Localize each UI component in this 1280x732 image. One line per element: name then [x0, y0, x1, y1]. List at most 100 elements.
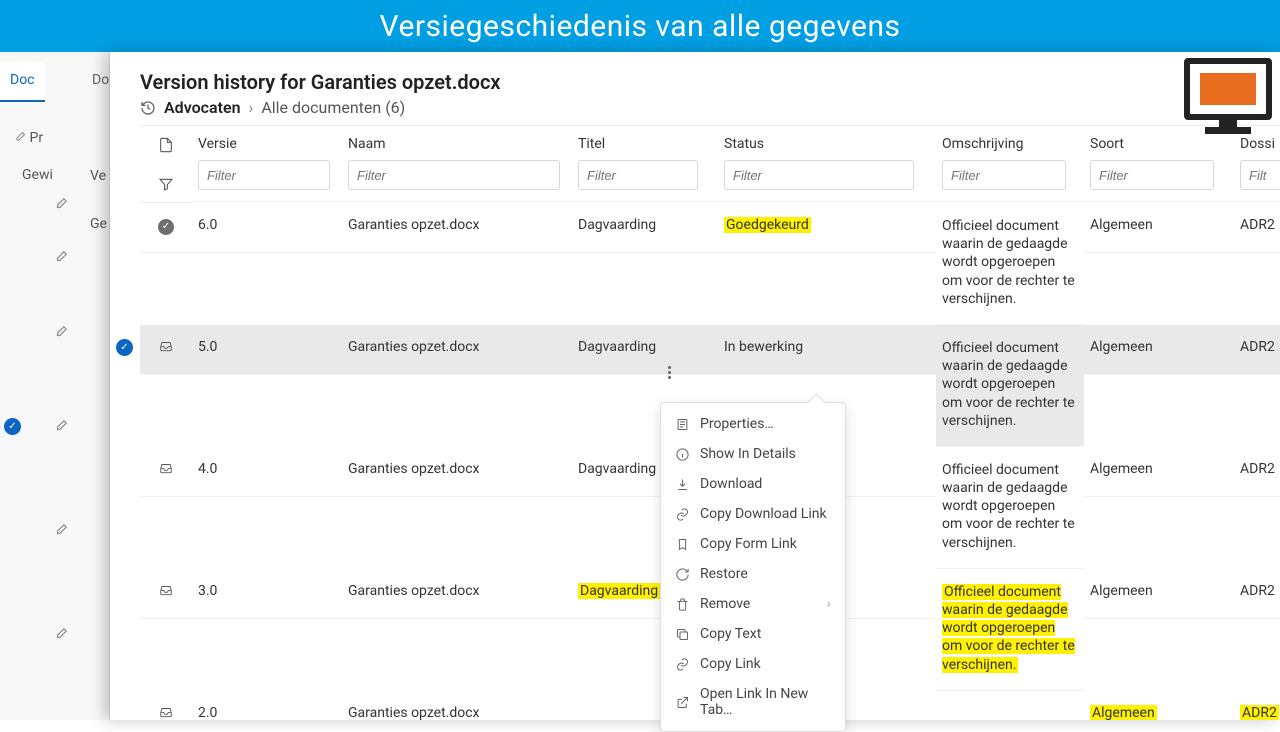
cell-omschrijving	[936, 691, 1084, 720]
chevron-right-icon: ›	[827, 596, 831, 612]
inbox-icon	[158, 463, 174, 479]
cell-dossier: ADR2	[1234, 569, 1280, 619]
inbox-icon	[158, 707, 174, 720]
col-omschrijving: Omschrijving	[936, 126, 1084, 202]
menu-show-details[interactable]: Show In Details	[661, 439, 845, 469]
status-badge: Goedgekeurd	[724, 217, 811, 233]
breadcrumb-current: Alle documenten (6)	[261, 98, 405, 117]
cell-versie: 5.0	[192, 325, 342, 375]
pencil-icon	[54, 324, 68, 343]
bg-tab-doc[interactable]: Doc	[0, 62, 45, 102]
copy-link-icon	[675, 507, 690, 522]
cell-omschrijving: Officieel document waarin de gedaagde wo…	[936, 203, 1084, 325]
properties-icon	[675, 417, 690, 432]
menu-download[interactable]: Download	[661, 469, 845, 499]
cell-soort: Algemeen	[1084, 447, 1234, 497]
menu-properties[interactable]: Properties…	[661, 409, 845, 439]
row-status-icon	[140, 325, 192, 375]
cell-status: Goedgekeurd	[718, 203, 936, 253]
cell-naam[interactable]: Garanties opzet.docx	[342, 447, 572, 497]
banner-title: Versiegeschiedenis van alle gegevens	[379, 9, 900, 44]
cell-versie: 6.0	[192, 203, 342, 253]
inbox-icon	[158, 585, 174, 601]
row-selected-icon[interactable]	[116, 339, 133, 356]
row-actions-button[interactable]	[659, 362, 679, 382]
menu-copy-link[interactable]: Copy Link	[661, 649, 845, 679]
menu-open-new-tab[interactable]: Open Link In New Tab…	[661, 679, 845, 725]
cell-dossier: ADR2	[1234, 203, 1280, 253]
cell-status: In bewerking	[718, 325, 936, 375]
filter-dossier[interactable]	[1240, 160, 1280, 190]
cell-versie: 2.0	[192, 691, 342, 720]
filter-omschrijving[interactable]	[942, 160, 1066, 190]
restore-icon	[675, 567, 690, 582]
pencil-icon	[54, 418, 68, 437]
pencil-icon	[54, 626, 68, 645]
menu-remove[interactable]: Remove ›	[661, 589, 845, 619]
cell-omschrijving: Officieel document waarin de gedaagde wo…	[936, 325, 1084, 447]
breadcrumb-separator: ›	[249, 98, 254, 117]
menu-copy-form-link[interactable]: Copy Form Link	[661, 529, 845, 559]
row-status-icon	[140, 569, 192, 619]
cell-naam[interactable]: Garanties opzet.docx	[342, 203, 572, 253]
breadcrumb-link-advocaten[interactable]: Advocaten	[164, 98, 241, 117]
inbox-icon	[158, 341, 174, 357]
cell-titel: Dagvaarding	[572, 203, 718, 253]
monitor-logo	[1180, 58, 1276, 144]
cell-omschrijving: Officieel document waarin de gedaagde wo…	[936, 447, 1084, 569]
col-titel: Titel	[572, 126, 718, 202]
filter-status[interactable]	[724, 160, 914, 190]
bg-left-pr: Pr	[14, 130, 43, 146]
row-status-icon	[140, 691, 192, 720]
copy-text-icon	[675, 627, 690, 642]
bg-left-ve: Ve	[90, 168, 106, 184]
menu-restore[interactable]: Restore	[661, 559, 845, 589]
page-title: Version history for Garanties opzet.docx	[140, 70, 1252, 94]
filter-icon[interactable]	[158, 166, 174, 196]
cell-dossier: ADR2	[1234, 691, 1280, 720]
cell-naam[interactable]: Garanties opzet.docx	[342, 569, 572, 619]
download-icon	[675, 477, 690, 492]
menu-copy-text[interactable]: Copy Text	[661, 619, 845, 649]
row-status-icon	[140, 203, 192, 253]
row-status-icon	[140, 447, 192, 497]
cell-soort: Algemeen	[1084, 325, 1234, 375]
cell-dossier: ADR2	[1234, 447, 1280, 497]
pencil-icon	[54, 249, 68, 268]
col-icons	[140, 126, 192, 203]
link-icon	[675, 657, 690, 672]
col-status: Status	[718, 126, 936, 202]
cell-versie: 4.0	[192, 447, 342, 497]
cell-naam[interactable]: Garanties opzet.docx	[342, 691, 572, 720]
check-circle-icon	[158, 219, 174, 235]
pencil-icon	[54, 196, 68, 215]
more-vertical-icon	[668, 366, 671, 379]
top-banner: Versiegeschiedenis van alle gegevens	[0, 0, 1280, 52]
pencil-icon	[54, 522, 68, 541]
history-icon	[140, 100, 156, 116]
context-menu: Properties… Show In Details Download Cop…	[660, 402, 846, 732]
document-icon	[158, 136, 174, 158]
cell-naam[interactable]: Garanties opzet.docx	[342, 325, 572, 375]
bookmark-icon	[675, 537, 690, 552]
cell-titel: Dagvaarding	[572, 325, 718, 375]
filter-titel[interactable]	[578, 160, 698, 190]
cell-dossier: ADR2	[1234, 325, 1280, 375]
external-link-icon	[675, 695, 690, 710]
bg-left-gewi: Gewi	[22, 167, 53, 183]
cell-soort: Algemeen	[1084, 691, 1234, 720]
cell-omschrijving: Officieel document waarin de gedaagde wo…	[936, 569, 1084, 691]
filter-naam[interactable]	[348, 160, 560, 190]
cell-versie: 3.0	[192, 569, 342, 619]
filter-soort[interactable]	[1090, 160, 1214, 190]
col-naam: Naam	[342, 126, 572, 202]
background-tabs: Doc Do	[0, 62, 90, 102]
trash-icon	[675, 597, 690, 612]
panel-header: Version history for Garanties opzet.docx…	[110, 52, 1280, 125]
breadcrumb: Advocaten › Alle documenten (6)	[140, 98, 1252, 117]
menu-copy-download-link[interactable]: Copy Download Link	[661, 499, 845, 529]
info-icon	[675, 447, 690, 462]
col-versie: Versie	[192, 126, 342, 202]
cell-soort: Algemeen	[1084, 203, 1234, 253]
filter-versie[interactable]	[198, 160, 330, 190]
